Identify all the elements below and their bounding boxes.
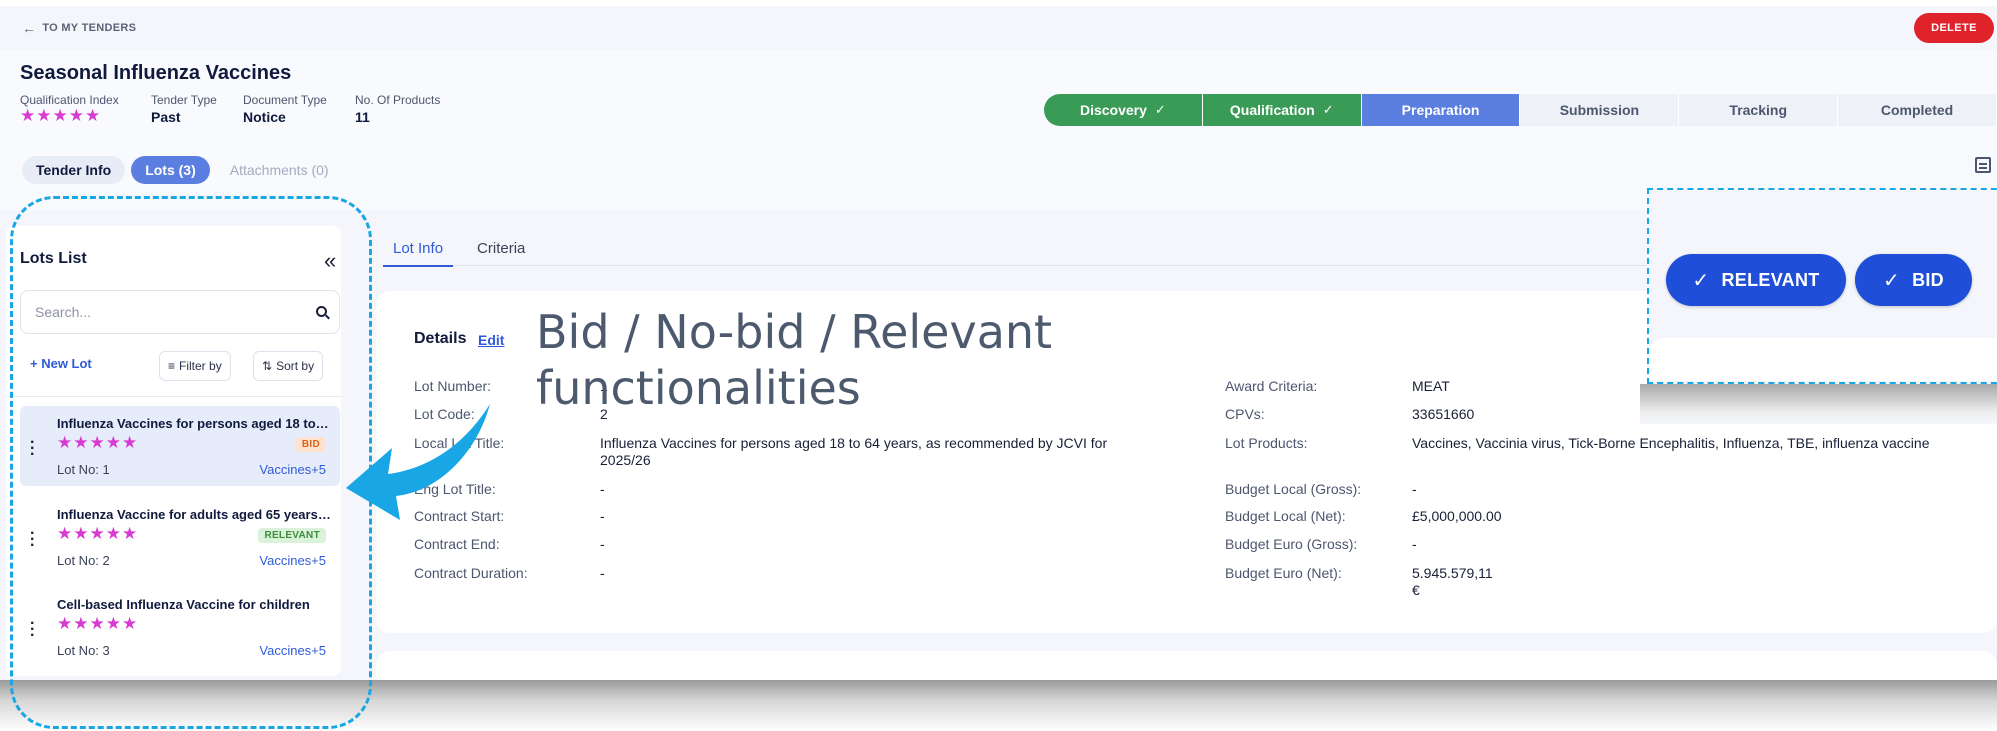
back-link-label: TO MY TENDERS	[42, 22, 137, 34]
check-icon: ✓	[1154, 102, 1166, 117]
meta-document-type: Document Type Notice	[243, 93, 327, 125]
field-label: Award Criteria:	[1225, 378, 1318, 394]
meta-label: Tender Type	[151, 93, 217, 107]
field-value: £5,000,000.00	[1412, 508, 1502, 524]
annotation-arrow-icon	[346, 404, 490, 520]
tab-lots[interactable]: Lots (3)	[131, 156, 210, 184]
field-value: 33651660	[1412, 406, 1475, 422]
tab-tender-info[interactable]: Tender Info	[22, 156, 126, 184]
field-label: Budget Euro (Net):	[1225, 565, 1342, 581]
step-label: Qualification	[1229, 102, 1315, 118]
step-label: Completed	[1880, 102, 1954, 118]
step-qualification[interactable]: Qualification ✓	[1202, 94, 1362, 126]
field-value: -	[600, 481, 605, 497]
field-label: Contract Duration:	[414, 565, 528, 581]
field-label: Budget Local (Net):	[1225, 508, 1346, 524]
meta-label: Qualification Index	[20, 93, 119, 107]
details-heading: Details	[414, 330, 467, 347]
field-label: Budget Euro (Gross):	[1225, 536, 1358, 552]
field-label: Lot Products:	[1225, 435, 1308, 451]
step-discovery[interactable]: Discovery ✓	[1044, 94, 1203, 126]
star-icon: ★	[36, 106, 52, 125]
relevant-button[interactable]: ✓ RELEVANT	[1666, 254, 1846, 306]
step-label: Preparation	[1401, 102, 1480, 118]
table-view-icon[interactable]	[1975, 157, 1991, 173]
tender-tabs: Tender Info Lots (3) Attachments (0)	[22, 156, 343, 184]
delete-button[interactable]: DELETE	[1914, 13, 1994, 43]
meta-value: Past	[151, 109, 181, 125]
annotation-caption: Bid / No-bid / Relevant functionalities	[536, 305, 1053, 415]
meta-label: Document Type	[243, 93, 327, 107]
step-submission[interactable]: Submission	[1520, 94, 1680, 126]
field-value: -	[1412, 481, 1417, 497]
field-value: Vaccines, Vaccinia virus, Tick-Borne Enc…	[1412, 435, 1930, 451]
shadow-band	[1640, 384, 1997, 424]
divider	[383, 265, 1733, 266]
step-label: Discovery	[1079, 102, 1147, 118]
field-label: Contract End:	[414, 536, 500, 552]
page-title: Seasonal Influenza Vaccines	[20, 62, 292, 84]
step-preparation[interactable]: Preparation	[1361, 94, 1521, 126]
field-value: Influenza Vaccines for persons aged 18 t…	[600, 435, 1108, 468]
field-value: 5.945.579,11 €	[1412, 565, 1493, 598]
step-completed[interactable]: Completed	[1838, 94, 1997, 126]
back-to-tenders-link[interactable]: ← TO MY TENDERS	[22, 20, 136, 36]
check-icon: ✓	[1322, 102, 1334, 117]
qualification-stars: ★ ★ ★ ★ ★	[20, 106, 119, 125]
meta-tender-type: Tender Type Past	[151, 93, 217, 125]
stage-stepper: Discovery ✓ Qualification ✓ Preparation …	[1044, 94, 1997, 126]
tab-attachments[interactable]: Attachments (0)	[216, 156, 343, 184]
star-icon: ★	[52, 106, 68, 125]
step-label: Submission	[1559, 102, 1640, 118]
field-value: -	[600, 536, 605, 552]
field-value: -	[600, 565, 605, 581]
field-value: -	[1412, 536, 1417, 552]
step-tracking[interactable]: Tracking	[1679, 94, 1839, 126]
relevant-button-label: RELEVANT	[1721, 269, 1820, 290]
meta-value: 11	[355, 109, 370, 125]
card-edge	[1650, 338, 1997, 381]
check-icon: ✓	[1692, 269, 1710, 292]
meta-qualification-index: Qualification Index ★ ★ ★ ★ ★	[20, 93, 119, 124]
tab-criteria[interactable]: Criteria	[477, 240, 535, 267]
header-band	[0, 50, 1997, 210]
bid-button[interactable]: ✓ BID	[1855, 254, 1972, 306]
meta-no-of-products: No. Of Products 11	[355, 93, 440, 125]
field-label: Budget Local (Gross):	[1225, 481, 1362, 497]
secondary-card	[376, 651, 1997, 682]
field-label: CPVs:	[1225, 406, 1265, 422]
field-value: MEAT	[1412, 378, 1450, 394]
arrow-left-icon: ←	[22, 20, 37, 36]
lot-tabs: Lot Info Criteria	[383, 240, 535, 267]
step-label: Tracking	[1729, 102, 1788, 118]
meta-label: No. Of Products	[355, 93, 441, 107]
tab-lot-info[interactable]: Lot Info	[383, 240, 454, 267]
star-icon: ★	[20, 106, 36, 125]
bid-button-label: BID	[1912, 269, 1944, 290]
annotation-lots-box	[10, 196, 372, 729]
meta-value: Notice	[243, 109, 286, 125]
check-icon: ✓	[1883, 269, 1901, 292]
star-icon: ★	[68, 106, 84, 125]
edit-details-link[interactable]: Edit	[478, 332, 504, 348]
field-value: -	[600, 508, 605, 524]
star-icon: ★	[85, 106, 101, 125]
